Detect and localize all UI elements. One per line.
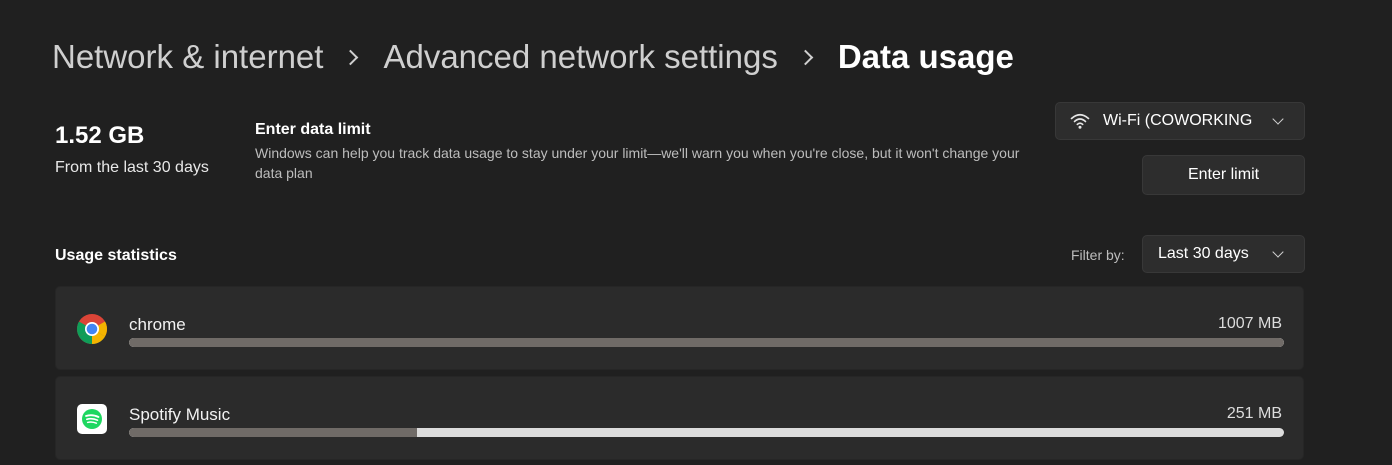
app-name: Spotify Music: [129, 405, 231, 424]
enter-limit-button[interactable]: Enter limit: [1142, 155, 1305, 195]
wifi-icon: [1070, 112, 1090, 130]
filter-dropdown-value: Last 30 days: [1158, 245, 1249, 262]
usage-bar: [129, 428, 1284, 437]
breadcrumb: Network & internet Advanced network sett…: [52, 34, 1014, 80]
usage-bar: [129, 338, 1284, 347]
filter-label: Filter by:: [1071, 247, 1125, 263]
total-usage-value: 1.52 GB: [55, 122, 145, 149]
usage-statistics-title: Usage statistics: [55, 247, 177, 264]
filter-dropdown[interactable]: Last 30 days: [1142, 235, 1305, 273]
chevron-right-icon: [797, 49, 814, 65]
app-usage-item-spotify[interactable]: Spotify Music 251 MB: [55, 376, 1304, 460]
app-name: chrome: [129, 315, 186, 334]
settings-page: Network & internet Advanced network sett…: [0, 0, 1392, 465]
chevron-right-icon: [343, 49, 359, 65]
chevron-down-icon: [1272, 113, 1284, 125]
chevron-down-icon: [1272, 246, 1284, 258]
spotify-icon: [76, 403, 108, 435]
page-title: Data usage: [837, 38, 1014, 75]
data-limit-title: Enter data limit: [255, 121, 371, 138]
usage-bar-fill: [129, 338, 1284, 347]
breadcrumb-advanced-network-settings[interactable]: Advanced network settings: [383, 38, 777, 76]
app-data-size: 1007 MB: [1217, 315, 1282, 332]
network-selector-value: Wi-Fi (COWORKING: [1103, 112, 1253, 129]
app-data-size: 251 MB: [1226, 405, 1282, 422]
data-limit-description: Windows can help you track data usage to…: [255, 145, 1020, 181]
usage-bar-fill: [129, 428, 417, 437]
network-selector-dropdown[interactable]: Wi-Fi (COWORKING: [1055, 102, 1305, 140]
chrome-icon: [76, 313, 108, 345]
breadcrumb-network-internet[interactable]: Network & internet: [52, 38, 323, 76]
total-usage-period: From the last 30 days: [55, 159, 209, 176]
app-usage-item-chrome[interactable]: chrome 1007 MB: [55, 286, 1304, 370]
